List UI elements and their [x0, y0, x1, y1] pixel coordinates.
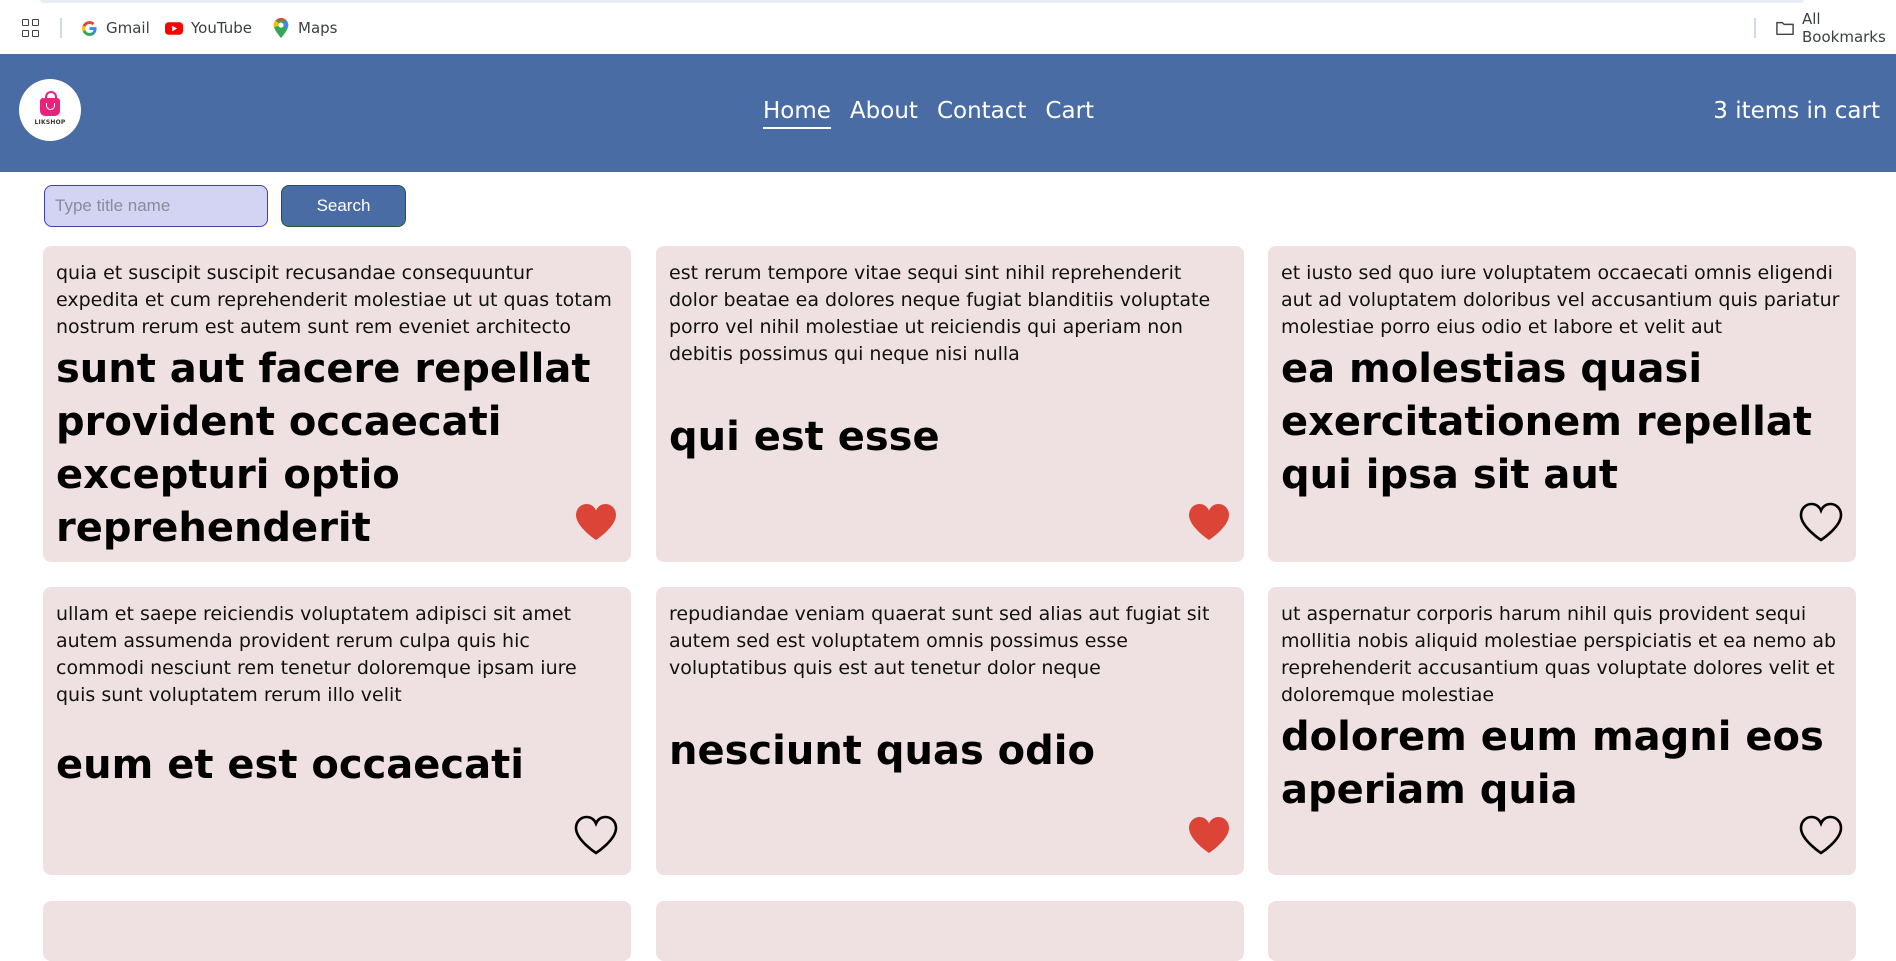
bookmark-label: YouTube: [191, 19, 252, 37]
main-nav: Home About Contact Cart: [763, 98, 1094, 129]
post-body: ullam et saepe reiciendis voluptatem adi…: [56, 603, 577, 706]
post-title: qui est esse: [669, 414, 940, 460]
search-button[interactable]: Search: [281, 185, 406, 227]
heart-outline-icon[interactable]: [1798, 814, 1844, 856]
heart-filled-icon[interactable]: [573, 501, 619, 543]
shop-logo[interactable]: LIKSHOP: [19, 79, 81, 141]
post-body: quia et suscipit suscipit recusandae con…: [56, 262, 612, 338]
post-card: ullam et saepe reiciendis voluptatem adi…: [43, 587, 631, 875]
bookmark-label: Maps: [298, 19, 338, 37]
post-body: et iusto sed quo iure voluptatem occaeca…: [1281, 262, 1840, 338]
nav-about[interactable]: About: [850, 98, 918, 129]
youtube-icon: [165, 19, 183, 37]
tab-strip-edge: [40, 0, 1804, 3]
bookmark-youtube[interactable]: YouTube: [165, 17, 252, 39]
post-title: eum et est occaecati: [56, 742, 524, 788]
apps-grid-icon[interactable]: [22, 19, 40, 37]
post-card: est rerum tempore vitae sequi sint nihil…: [656, 246, 1244, 562]
bookmarks-separator: [1754, 18, 1756, 38]
all-bookmarks-label: All Bookmarks: [1802, 10, 1886, 46]
logo-brand-text: LIKSHOP: [34, 119, 66, 126]
post-card: et iusto sed quo iure voluptatem occaeca…: [1268, 246, 1856, 562]
heart-filled-icon[interactable]: [1186, 814, 1232, 856]
heart-outline-icon[interactable]: [573, 814, 619, 856]
post-card: [43, 901, 631, 961]
post-title: nesciunt quas odio: [669, 728, 1095, 774]
all-bookmarks-button[interactable]: All Bookmarks: [1776, 10, 1896, 46]
bookmarks-separator: [60, 18, 62, 38]
post-body: ut aspernatur corporis harum nihil quis …: [1281, 603, 1837, 706]
nav-cart[interactable]: Cart: [1045, 98, 1094, 129]
heart-filled-icon[interactable]: [1186, 501, 1232, 543]
post-body: est rerum tempore vitae sequi sint nihil…: [669, 262, 1211, 365]
post-card: ut aspernatur corporis harum nihil quis …: [1268, 587, 1856, 875]
post-title: ea molestias quasi exercitationem repell…: [1281, 346, 1812, 498]
shopping-bag-icon: [40, 91, 60, 116]
cart-status: 3 items in cart: [1713, 98, 1880, 124]
nav-home[interactable]: Home: [763, 98, 831, 129]
post-title: dolorem eum magni eos aperiam quia: [1281, 714, 1824, 813]
heart-outline-icon[interactable]: [1798, 501, 1844, 543]
nav-contact[interactable]: Contact: [937, 98, 1026, 129]
post-card: repudiandae veniam quaerat sunt sed alia…: [656, 587, 1244, 875]
post-card: [656, 901, 1244, 961]
post-body: repudiandae veniam quaerat sunt sed alia…: [669, 603, 1210, 679]
search-input[interactable]: [44, 185, 268, 227]
maps-icon: [272, 18, 290, 38]
folder-icon: [1776, 19, 1794, 37]
site-header: LIKSHOP Home About Contact Cart 3 items …: [0, 54, 1896, 172]
bookmarks-bar: Gmail YouTube Maps All Bookmarks: [0, 0, 1896, 54]
bookmark-label: Gmail: [106, 19, 150, 37]
bookmark-gmail[interactable]: Gmail: [80, 17, 150, 39]
post-card: [1268, 901, 1856, 961]
post-title: sunt aut facere repellat provident occae…: [56, 346, 591, 551]
post-card: quia et suscipit suscipit recusandae con…: [43, 246, 631, 562]
bookmark-maps[interactable]: Maps: [272, 17, 337, 39]
google-icon: [80, 19, 98, 37]
